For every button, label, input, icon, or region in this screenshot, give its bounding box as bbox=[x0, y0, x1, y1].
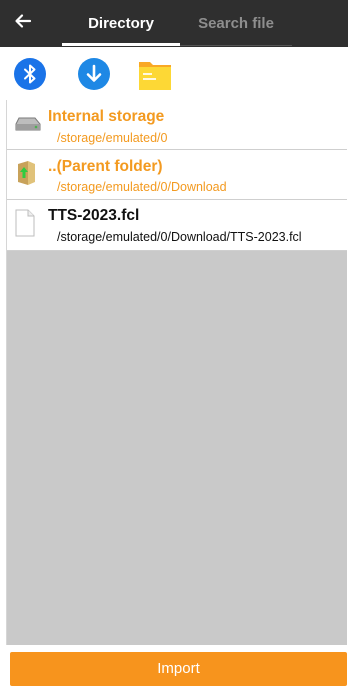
tab-directory[interactable]: Directory bbox=[62, 0, 180, 47]
download-button[interactable] bbox=[78, 58, 110, 95]
tab-divider-line bbox=[180, 45, 292, 46]
toolbar bbox=[0, 47, 348, 100]
file-path: /storage/emulated/0 bbox=[57, 131, 168, 145]
back-button[interactable] bbox=[6, 6, 40, 40]
file-name: Internal storage bbox=[48, 108, 165, 125]
file-name: TTS-2023.fcl bbox=[48, 207, 140, 224]
file-icon bbox=[15, 209, 35, 242]
bluetooth-button[interactable] bbox=[14, 58, 46, 95]
folder-button[interactable] bbox=[137, 56, 173, 97]
folder-icon bbox=[137, 62, 173, 96]
import-button[interactable]: Import bbox=[10, 652, 347, 686]
download-icon bbox=[78, 58, 110, 94]
list-item[interactable]: Internal storage /storage/emulated/0 bbox=[7, 100, 347, 150]
active-tab-indicator bbox=[62, 43, 180, 46]
parent-folder-icon bbox=[15, 158, 41, 193]
arrow-left-icon bbox=[14, 12, 32, 35]
file-path: /storage/emulated/0/Download/TTS-2023.fc… bbox=[57, 230, 302, 244]
bluetooth-icon bbox=[14, 58, 46, 94]
file-path: /storage/emulated/0/Download bbox=[57, 180, 227, 194]
top-bar: Directory Search file bbox=[0, 0, 348, 47]
drive-icon bbox=[15, 115, 41, 138]
list-item[interactable]: ..(Parent folder) /storage/emulated/0/Do… bbox=[7, 150, 347, 200]
list-item[interactable]: TTS-2023.fcl /storage/emulated/0/Downloa… bbox=[7, 200, 347, 251]
file-name: ..(Parent folder) bbox=[48, 158, 163, 175]
file-list[interactable]: Internal storage /storage/emulated/0 ..(… bbox=[6, 100, 347, 645]
tab-search-file[interactable]: Search file bbox=[180, 0, 292, 47]
